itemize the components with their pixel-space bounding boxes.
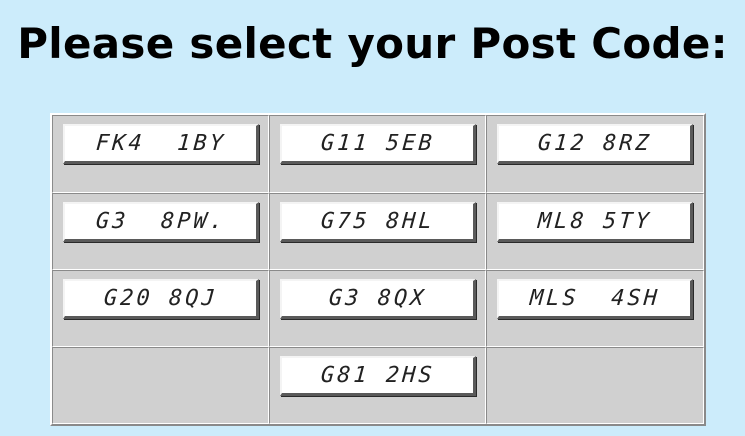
postcode-label: G20 8QJ: [102, 286, 219, 311]
postcode-label: G81 2HS: [319, 363, 436, 388]
postcode-button[interactable]: G11 5EB: [280, 124, 476, 164]
postcode-label: ML8 5TY: [536, 209, 653, 234]
postcode-label: MLS 4SH: [528, 286, 661, 311]
postcode-button[interactable]: FK4 1BY: [63, 124, 259, 164]
postcode-label: FK4 1BY: [94, 131, 227, 156]
grid-cell: MLS 4SH: [486, 270, 704, 347]
grid-cell: G3 8PW.: [52, 193, 269, 270]
grid-cell-empty: [486, 347, 704, 424]
postcode-button[interactable]: G3 8QX: [280, 279, 476, 319]
postcode-grid: FK4 1BY G11 5EB G12 8RZ G3 8PW. G75 8HL …: [50, 113, 706, 426]
postcode-label: G75 8HL: [319, 209, 436, 234]
grid-cell: G81 2HS: [269, 347, 486, 424]
postcode-label: G3 8QX: [327, 286, 428, 311]
grid-cell: G20 8QJ: [52, 270, 269, 347]
grid-cell: G75 8HL: [269, 193, 486, 270]
grid-cell-empty: [52, 347, 269, 424]
grid-cell: G11 5EB: [269, 115, 486, 193]
postcode-button[interactable]: MLS 4SH: [497, 279, 693, 319]
grid-cell: FK4 1BY: [52, 115, 269, 193]
postcode-button[interactable]: G75 8HL: [280, 202, 476, 242]
postcode-button[interactable]: G20 8QJ: [63, 279, 259, 319]
postcode-label: G3 8PW.: [94, 209, 227, 234]
page-title: Please select your Post Code:: [17, 19, 728, 68]
postcode-button[interactable]: G81 2HS: [280, 356, 476, 396]
postcode-button[interactable]: G12 8RZ: [497, 124, 693, 164]
postcode-label: G12 8RZ: [536, 131, 653, 156]
postcode-label: G11 5EB: [319, 131, 436, 156]
grid-cell: G12 8RZ: [486, 115, 704, 193]
grid-cell: G3 8QX: [269, 270, 486, 347]
postcode-button[interactable]: ML8 5TY: [497, 202, 693, 242]
postcode-button[interactable]: G3 8PW.: [63, 202, 259, 242]
grid-cell: ML8 5TY: [486, 193, 704, 270]
